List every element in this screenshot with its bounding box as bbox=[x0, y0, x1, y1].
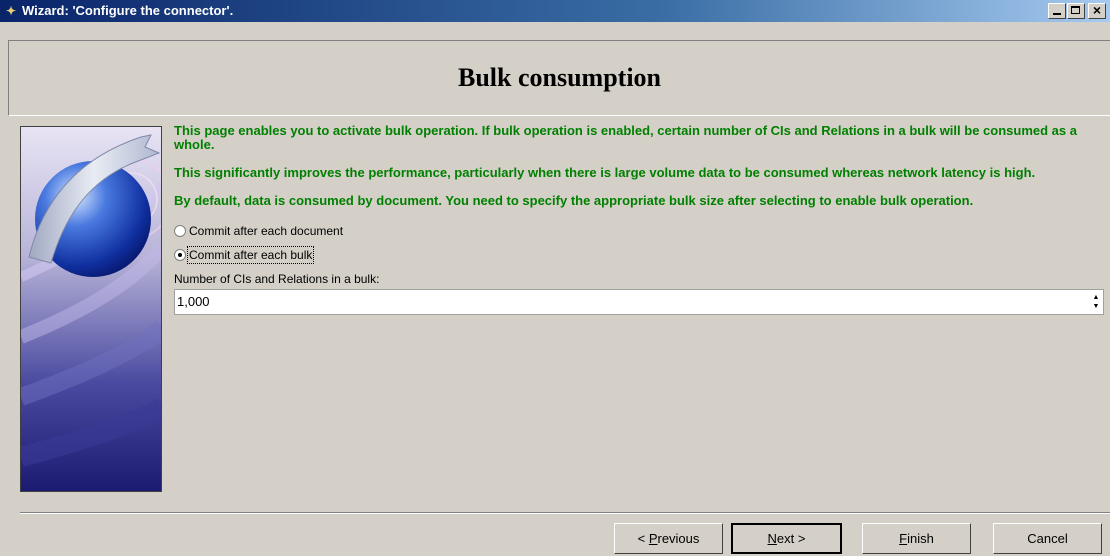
close-button[interactable]: × bbox=[1088, 2, 1106, 19]
globe-arrow-graphic bbox=[21, 127, 161, 491]
previous-prefix: < bbox=[637, 531, 649, 546]
cancel-button[interactable]: Cancel bbox=[993, 523, 1102, 554]
previous-label: revious bbox=[657, 531, 700, 546]
footer-separator bbox=[20, 512, 1110, 514]
description-paragraph-2: This significantly improves the performa… bbox=[174, 165, 1036, 180]
wizard-content: This page enables you to activate bulk o… bbox=[174, 124, 1104, 315]
spin-buttons[interactable]: ▲ ▼ bbox=[1091, 293, 1101, 311]
window-controls: × bbox=[1048, 2, 1106, 19]
next-mnemonic: N bbox=[767, 531, 777, 546]
commit-each-bulk-radio[interactable] bbox=[174, 249, 186, 261]
finish-button[interactable]: Finish bbox=[862, 523, 971, 554]
commit-each-bulk-label: Commit after each bulk bbox=[186, 246, 315, 264]
commit-each-document-option[interactable]: Commit after each document bbox=[174, 222, 1104, 240]
window-title-bar[interactable]: ✦ Wizard: 'Configure the connector'. × bbox=[0, 0, 1110, 22]
wizard-side-image bbox=[20, 126, 162, 492]
description-paragraph-3: By default, data is consumed by document… bbox=[174, 193, 974, 208]
previous-button[interactable]: < Previous bbox=[614, 523, 723, 554]
description-paragraph-1: This page enables you to activate bulk o… bbox=[174, 123, 1077, 152]
bulk-size-spinbox[interactable]: 1,000 ▲ ▼ bbox=[174, 289, 1104, 315]
wizard-header-panel: Bulk consumption bbox=[8, 40, 1110, 116]
commit-each-bulk-option[interactable]: Commit after each bulk bbox=[174, 246, 1104, 264]
minimize-button[interactable] bbox=[1048, 3, 1066, 19]
next-button[interactable]: Next > bbox=[731, 523, 842, 554]
finish-label: inish bbox=[907, 531, 934, 546]
page-title: Bulk consumption bbox=[457, 63, 662, 92]
commit-each-document-label: Commit after each document bbox=[189, 224, 344, 238]
maximize-button[interactable] bbox=[1067, 3, 1085, 19]
minimize-icon bbox=[1053, 13, 1061, 15]
wand-icon: ✦ bbox=[5, 4, 17, 18]
finish-mnemonic: F bbox=[899, 531, 908, 546]
maximize-icon bbox=[1071, 6, 1080, 14]
commit-each-document-radio[interactable] bbox=[174, 225, 186, 237]
close-icon: × bbox=[1092, 2, 1102, 18]
cancel-label: Cancel bbox=[1027, 531, 1068, 546]
next-label: ext > bbox=[776, 531, 806, 546]
spin-up-icon[interactable]: ▲ bbox=[1091, 293, 1101, 302]
window-title: Wizard: 'Configure the connector'. bbox=[22, 3, 234, 18]
bulk-size-label: Number of CIs and Relations in a bulk: bbox=[174, 272, 380, 286]
spin-down-icon[interactable]: ▼ bbox=[1091, 302, 1101, 311]
bulk-size-value: 1,000 bbox=[177, 294, 210, 309]
